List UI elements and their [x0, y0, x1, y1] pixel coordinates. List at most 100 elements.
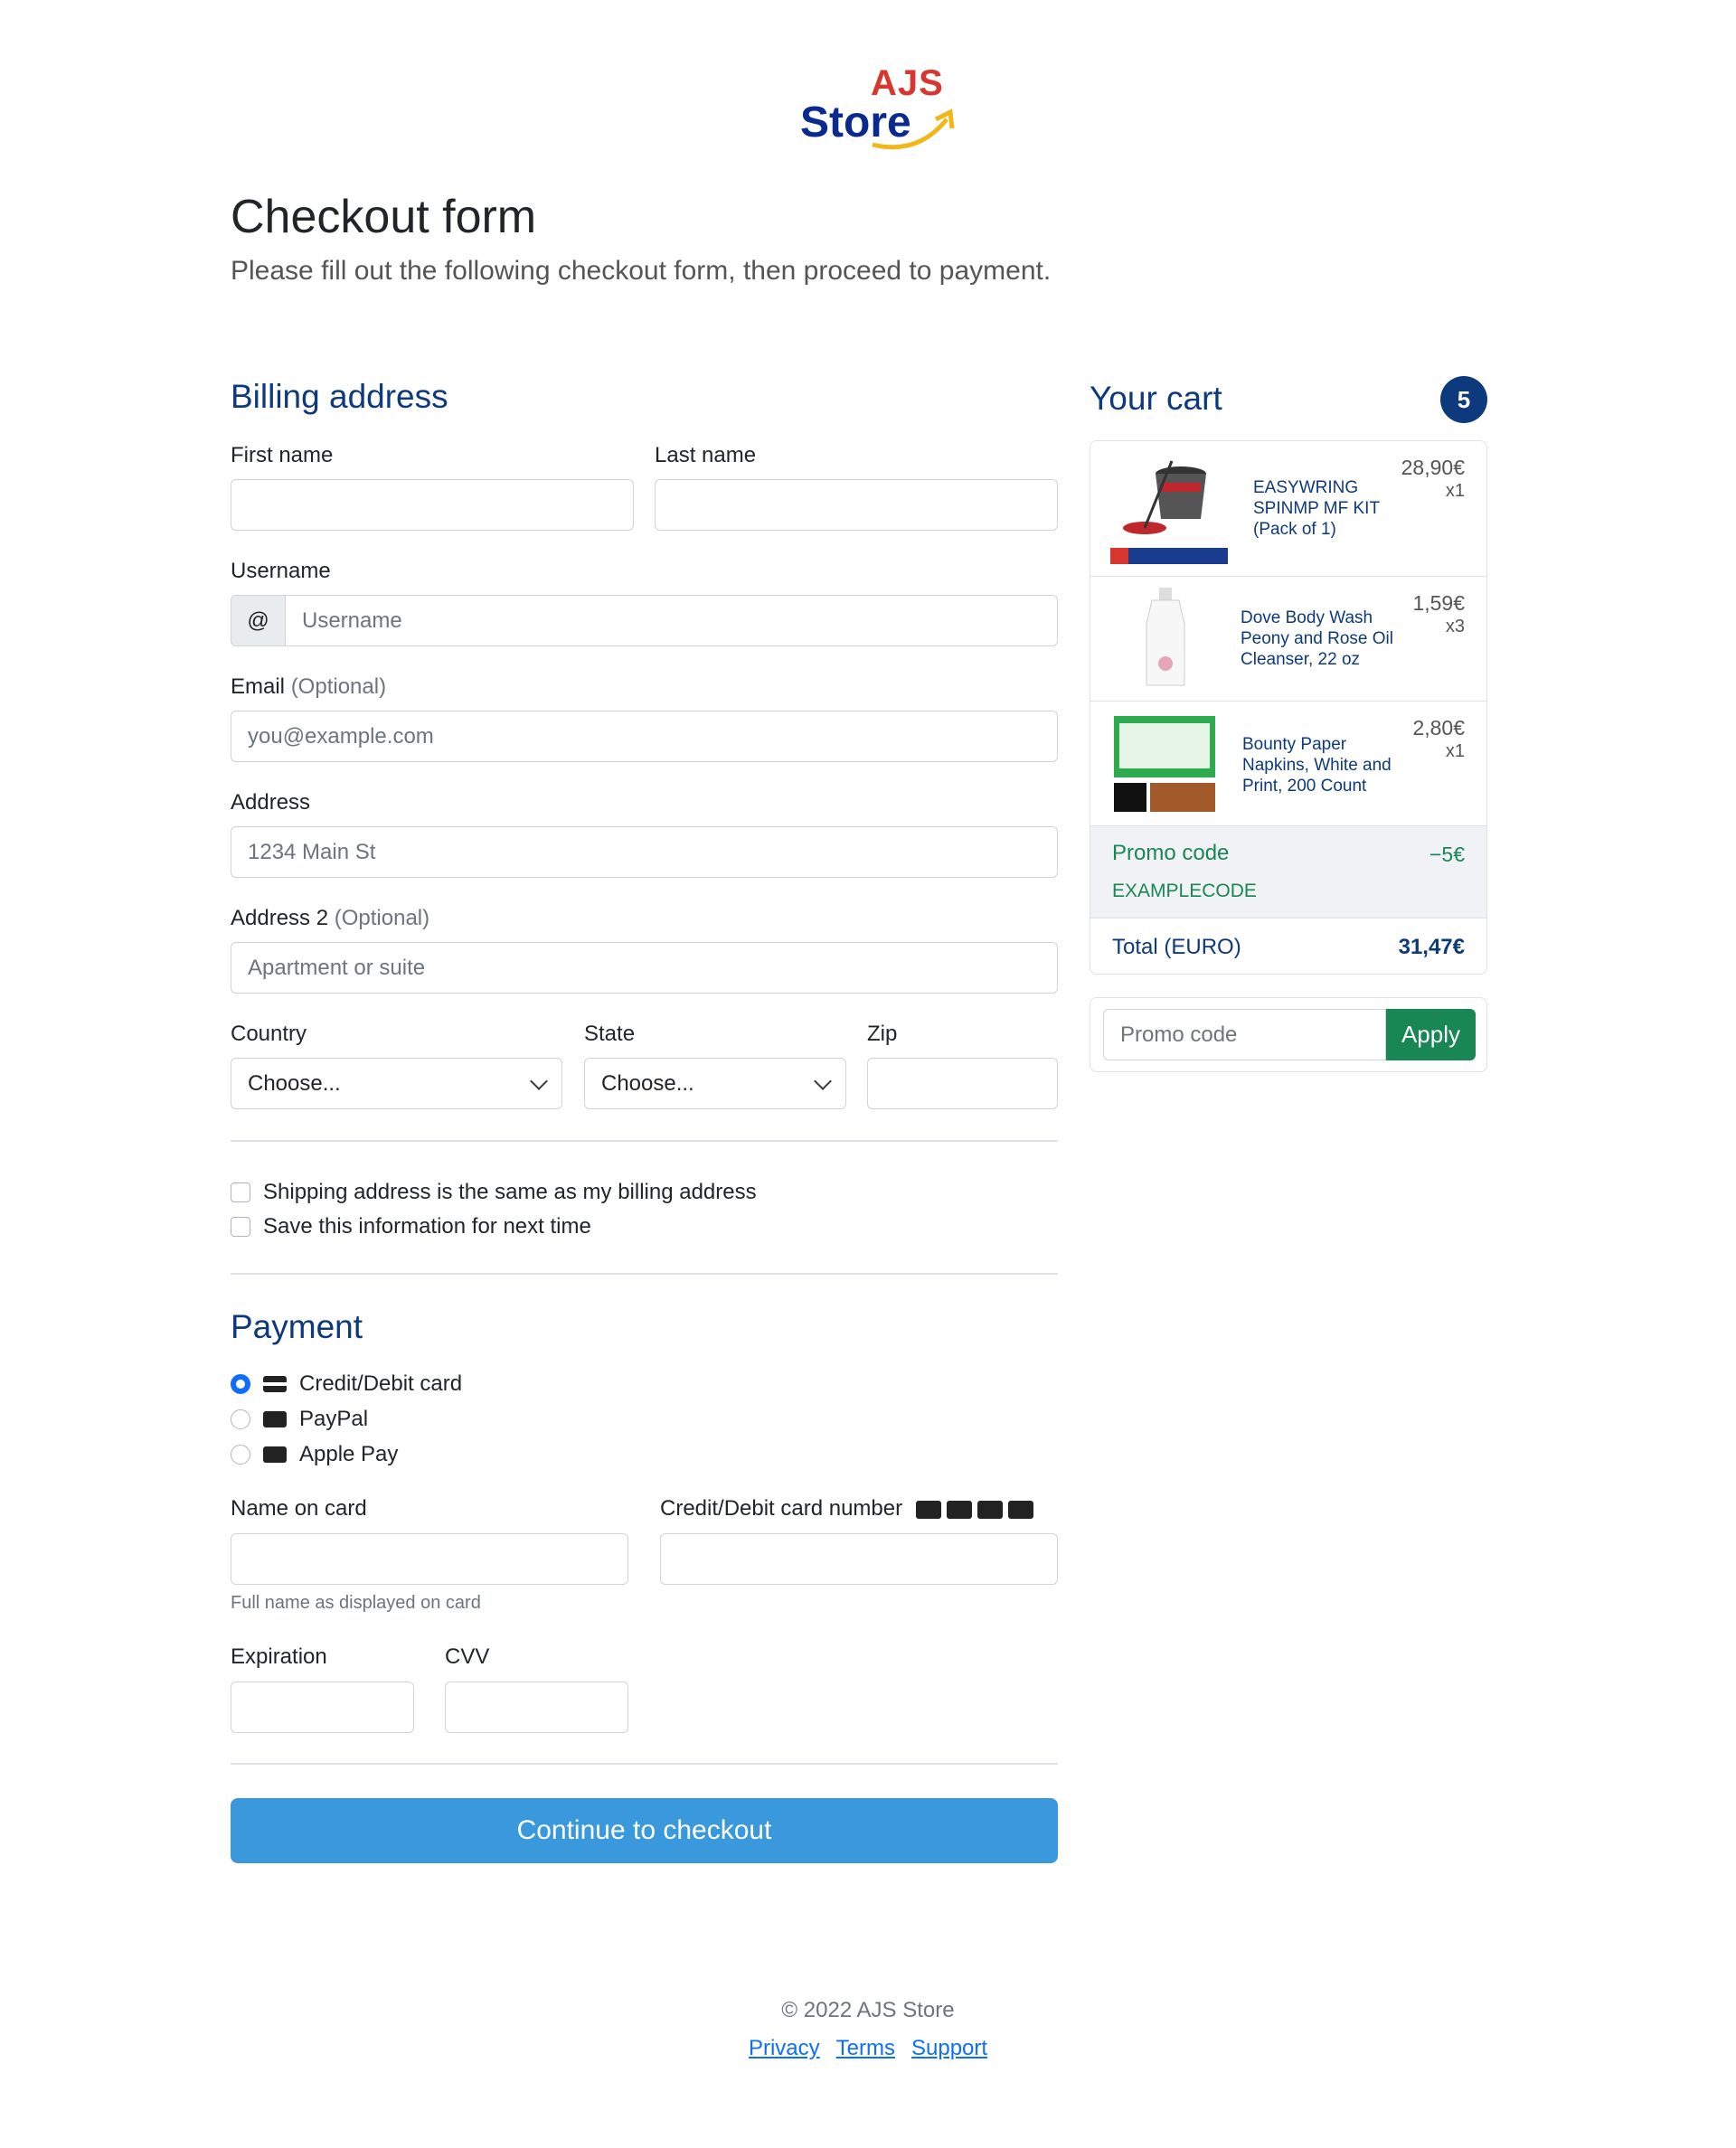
email-label-text: Email	[231, 674, 286, 699]
save-info-option[interactable]: Save this information for next time	[231, 1214, 591, 1239]
email-input[interactable]: you@example.com	[231, 711, 1058, 762]
body-wash-image	[1146, 588, 1185, 686]
support-link[interactable]: Support	[911, 2036, 987, 2061]
total-label: Total (EURO)	[1112, 935, 1241, 959]
divider	[231, 1763, 1058, 1765]
email-optional-text: (Optional)	[290, 674, 387, 699]
card-number-label: Credit/Debit card number	[660, 1496, 1033, 1522]
cart-item-price: 28,90€	[1401, 456, 1465, 479]
at-sign-addon: @	[231, 595, 285, 646]
last-name-input[interactable]	[655, 479, 1058, 531]
promo-title: Promo code	[1112, 841, 1230, 865]
cart-item-qty: x3	[1445, 617, 1465, 636]
payment-method-card[interactable]: Credit/Debit card	[231, 1371, 462, 1397]
name-on-card-input[interactable]	[231, 1533, 628, 1585]
cart-item-name: Dove Body Wash Peony and Rose Oil Cleans…	[1241, 608, 1393, 669]
apple-pay-radio[interactable]	[231, 1445, 250, 1465]
card-brand-icons	[915, 1500, 1033, 1519]
cart-item-name: EASYWRING SPINMP MF KIT (Pack of 1)	[1253, 478, 1380, 539]
expiration-label: Expiration	[231, 1644, 327, 1669]
expiration-input[interactable]	[231, 1682, 414, 1733]
card-number-input[interactable]	[660, 1533, 1058, 1585]
page-lead: Please fill out the following checkout f…	[231, 256, 1052, 286]
cart-item-price: 2,80€	[1412, 716, 1465, 740]
address-label: Address	[231, 790, 311, 815]
save-info-label: Save this information for next time	[263, 1214, 591, 1239]
card-number-label-text: Credit/Debit card number	[660, 1496, 903, 1521]
cart-item-price: 1,59€	[1412, 591, 1465, 615]
name-on-card-label: Name on card	[231, 1496, 367, 1521]
terms-link[interactable]: Terms	[836, 2036, 895, 2061]
paypal-radio[interactable]	[231, 1409, 250, 1429]
first-name-input[interactable]	[231, 479, 634, 531]
country-label: Country	[231, 1022, 307, 1046]
apple-pay-icon	[263, 1446, 287, 1463]
cart-count-badge: 5	[1440, 376, 1487, 423]
country-select[interactable]: Choose...	[231, 1058, 562, 1109]
cart-item: EASYWRING SPINMP MF KIT (Pack of 1) 28,9…	[1090, 441, 1486, 577]
promo-amount: −5€	[1429, 843, 1465, 866]
payment-method-apple-pay[interactable]: Apple Pay	[231, 1442, 398, 1467]
username-group: @ Username	[231, 595, 1058, 646]
cart-item-name: Bounty Paper Napkins, White and Print, 2…	[1242, 735, 1392, 796]
chevron-down-icon	[814, 1071, 832, 1090]
cart-item-qty: x1	[1445, 481, 1465, 501]
store-logo[interactable]: AJS Store	[800, 63, 963, 154]
divider	[231, 1273, 1058, 1275]
logo-arrow-icon	[872, 108, 955, 150]
total-value: 31,47€	[1398, 935, 1465, 959]
address2-label: Address 2 (Optional)	[231, 906, 429, 931]
zip-label: Zip	[867, 1022, 898, 1046]
cart-list: EASYWRING SPINMP MF KIT (Pack of 1) 28,9…	[1090, 440, 1487, 975]
amex-icon	[1007, 1500, 1033, 1519]
email-label: Email (Optional)	[231, 674, 386, 700]
payment-method-paypal[interactable]: PayPal	[231, 1407, 368, 1432]
promo-code-text: EXAMPLECODE	[1112, 881, 1257, 901]
same-address-checkbox[interactable]	[231, 1182, 250, 1202]
address2-optional-text: (Optional)	[334, 906, 430, 930]
promo-code-input[interactable]: Promo code	[1103, 1009, 1386, 1060]
address-input[interactable]: 1234 Main St	[231, 826, 1058, 878]
last-name-label: Last name	[655, 443, 757, 467]
cart-heading: Your cart	[1090, 380, 1222, 417]
card-radio[interactable]	[231, 1374, 250, 1394]
first-name-label: First name	[231, 443, 334, 467]
credit-card-icon	[263, 1376, 287, 1392]
cart-item-qty: x1	[1445, 741, 1465, 761]
country-select-value: Choose...	[248, 1070, 341, 1096]
cart-item: Dove Body Wash Peony and Rose Oil Cleans…	[1090, 577, 1486, 702]
footer-copyright: © 2022 AJS Store	[781, 1998, 955, 2022]
page-title: Checkout form	[231, 191, 537, 243]
continue-checkout-button[interactable]: Continue to checkout	[231, 1798, 1058, 1863]
chevron-down-icon	[530, 1071, 548, 1090]
same-address-option[interactable]: Shipping address is the same as my billi…	[231, 1180, 757, 1205]
state-select[interactable]: Choose...	[584, 1058, 846, 1109]
mop-kit-image	[1110, 460, 1228, 564]
promo-form: Promo code Apply	[1090, 997, 1487, 1072]
payment-method-label: Apple Pay	[299, 1442, 399, 1466]
payment-method-label: PayPal	[299, 1407, 369, 1431]
apply-promo-button[interactable]: Apply	[1386, 1009, 1476, 1060]
discover-icon	[976, 1500, 1003, 1519]
cart-total-row: Total (EURO) 31,47€	[1090, 919, 1486, 975]
paypal-icon	[263, 1411, 287, 1427]
mastercard-icon	[946, 1500, 972, 1519]
address2-input[interactable]: Apartment or suite	[231, 942, 1058, 994]
billing-heading: Billing address	[231, 378, 448, 415]
save-info-checkbox[interactable]	[231, 1217, 250, 1237]
zip-input[interactable]	[867, 1058, 1058, 1109]
cart-item: Bounty Paper Napkins, White and Print, 2…	[1090, 702, 1486, 826]
visa-icon	[915, 1500, 941, 1519]
footer-links: Privacy Terms Support	[0, 2036, 1736, 2061]
payment-method-label: Credit/Debit card	[299, 1371, 463, 1396]
username-input[interactable]: Username	[285, 595, 1058, 646]
privacy-link[interactable]: Privacy	[749, 2036, 820, 2061]
name-on-card-help: Full name as displayed on card	[231, 1593, 481, 1613]
divider	[231, 1140, 1058, 1142]
applied-promo: Promo code EXAMPLECODE −5€	[1090, 826, 1486, 919]
address2-label-text: Address 2	[231, 906, 329, 930]
cvv-label: CVV	[445, 1644, 490, 1669]
cvv-input[interactable]	[445, 1682, 628, 1733]
state-select-value: Choose...	[601, 1070, 694, 1096]
state-label: State	[584, 1022, 636, 1046]
